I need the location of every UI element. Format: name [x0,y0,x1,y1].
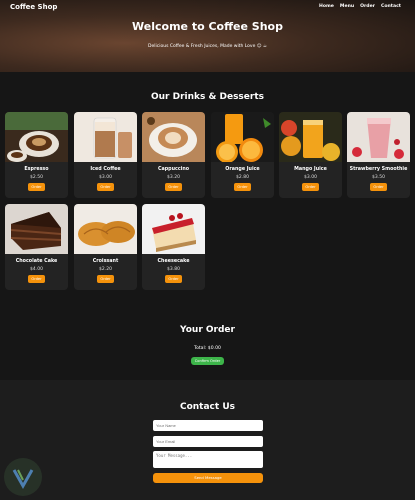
iced-coffee-image [74,112,137,162]
order-total: Total: $0.00 [194,346,221,351]
cheesecake-image [142,204,205,254]
item-name: Cheesecake [157,259,190,264]
item-name: Croissant [92,259,119,264]
nav-menu[interactable]: Menu [340,4,354,9]
email-field[interactable] [153,436,263,447]
mango-juice-image [279,112,342,162]
order-button[interactable]: Order [165,275,182,283]
nav-contact[interactable]: Contact [381,4,401,9]
menu-section-title: Our Drinks & Desserts [151,92,264,102]
item-price: $3.80 [167,267,180,272]
menu-card-mango-juice: Mango Juice $3.00 Order [279,112,342,198]
menu-card-orange-juice: Orange Juice $2.80 Order [211,112,274,198]
chocolate-cake-image [5,204,68,254]
orange-juice-image [211,112,274,162]
order-button[interactable]: Order [302,183,319,191]
name-field[interactable] [153,420,263,431]
item-price: $3.00 [304,175,317,180]
item-name: Chocolate Cake [15,259,58,264]
item-price: $4.00 [30,267,43,272]
item-price: $3.00 [99,175,112,180]
order-button[interactable]: Order [234,183,251,191]
espresso-image [5,112,68,162]
top-nav: Home Menu Order Contact [319,4,401,9]
item-price: $2.50 [30,175,43,180]
menu-card-chocolate-cake: Chocolate Cake $4.00 Order [5,204,68,290]
menu-card-croissant: Croissant $2.20 Order [74,204,137,290]
menu-card-iced-coffee: Iced Coffee $3.00 Order [74,112,137,198]
hero-banner [0,0,415,72]
order-button[interactable]: Order [97,183,114,191]
menu-card-espresso: Espresso $2.50 Order [5,112,68,198]
order-button[interactable]: Order [97,275,114,283]
menu-card-strawberry-smoothie: Strawberry Smoothie $3.50 Order [347,112,410,198]
order-section-title: Your Order [180,325,235,335]
hero-title: Welcome to Coffee Shop [132,20,283,33]
item-price: $2.80 [236,175,249,180]
hero-subtitle: Delicious Coffee & Fresh Juices, Made wi… [148,44,267,49]
site-logo [4,458,42,496]
item-name: Cappuccino [157,167,190,172]
cappuccino-image [142,112,205,162]
croissant-image [74,204,137,254]
menu-card-cheesecake: Cheesecake $3.80 Order [142,204,205,290]
order-button[interactable]: Order [370,183,387,191]
nav-home[interactable]: Home [319,4,334,9]
order-button[interactable]: Order [28,183,45,191]
item-price: $2.20 [99,267,112,272]
nav-order[interactable]: Order [360,4,375,9]
order-button[interactable]: Order [28,275,45,283]
item-name: Orange Juice [225,167,260,172]
item-price: $3.20 [167,175,180,180]
order-button[interactable]: Order [165,183,182,191]
message-field[interactable] [153,451,263,468]
item-name: Mango Juice [294,167,327,172]
logo-icon [12,469,34,490]
item-price: $3.50 [372,175,385,180]
confirm-order-button[interactable]: Confirm Order [191,357,224,365]
menu-card-cappuccino: Cappuccino $3.20 Order [142,112,205,198]
item-name: Strawberry Smoothie [349,167,408,172]
item-name: Iced Coffee [90,167,121,172]
brand-logo[interactable]: Coffee Shop [10,3,57,11]
strawberry-smoothie-image [347,112,410,162]
contact-section-title: Contact Us [179,402,235,412]
item-name: Espresso [24,167,49,172]
send-message-button[interactable]: Send Message [153,473,263,483]
